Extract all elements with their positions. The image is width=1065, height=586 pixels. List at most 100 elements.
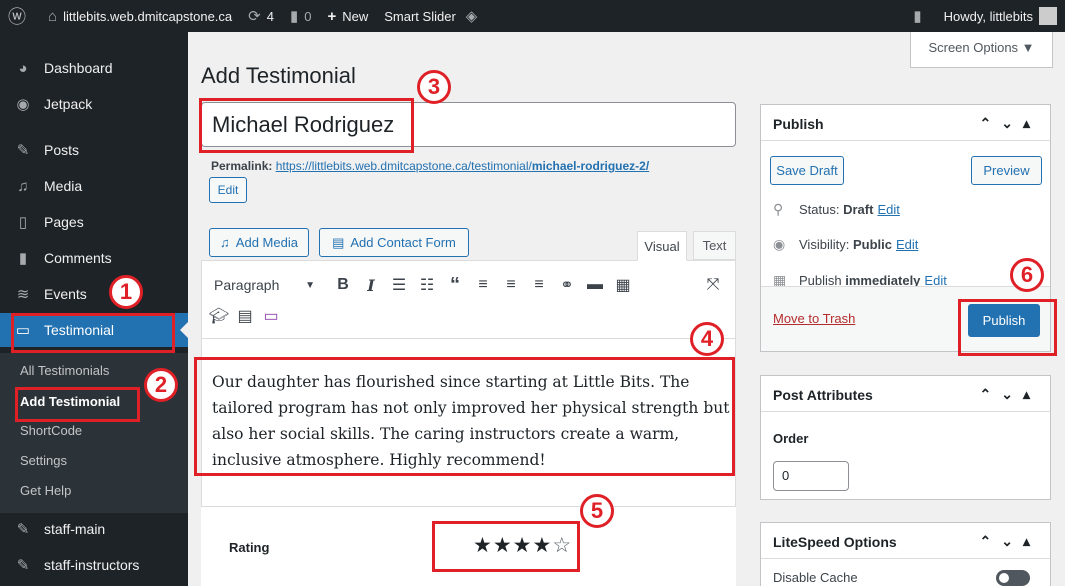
toolbar-toggle-icon[interactable]: ▦ [612, 274, 634, 296]
sidebar-item-media[interactable]: ♫ Media [0, 169, 188, 203]
order-input[interactable]: 0 [773, 461, 849, 491]
move-to-trash-link[interactable]: Move to Trash [773, 311, 855, 326]
order-label: Order [773, 431, 809, 446]
page-title: Add Testimonial [201, 63, 356, 88]
site-name-link[interactable]: ⌂ littlebits.web.dmitcapstone.ca [40, 0, 240, 32]
align-left-icon[interactable]: ≡ [472, 274, 494, 296]
smart-slider-link[interactable]: Smart Slider ◈ [376, 0, 491, 32]
sidebar-item-pages[interactable]: ▯ Pages [0, 205, 188, 239]
blockquote-icon[interactable]: “ [444, 274, 466, 296]
visibility-label: Visibility: [799, 237, 850, 252]
form-icon: ▤ [332, 234, 345, 250]
format-select[interactable]: Paragraph ▼ [208, 272, 323, 298]
new-content-link[interactable]: + New [319, 0, 376, 32]
tab-visual[interactable]: Visual [637, 231, 687, 261]
sidebar-item-label: staff-instructors [44, 557, 140, 573]
add-media-button[interactable]: ♫ Add Media [209, 228, 309, 257]
screen-options-button[interactable]: Screen Options ▼ [910, 32, 1053, 68]
permalink-edit-button[interactable]: Edit [209, 177, 247, 203]
add-contact-form-button[interactable]: ▤ Add Contact Form [319, 228, 469, 257]
rating-stars[interactable]: ★★★★☆ [473, 533, 572, 558]
litespeed-header: LiteSpeed Options ⌃⌄▴ [761, 523, 1050, 559]
new-label: New [342, 8, 369, 24]
submenu-all-testimonials[interactable]: All Testimonials [20, 363, 109, 378]
updates-count: 4 [266, 8, 274, 24]
save-draft-button[interactable]: Save Draft [770, 156, 844, 185]
account-menu[interactable]: Howdy, littlebits [936, 0, 1065, 32]
numbered-list-icon[interactable]: ☷ [416, 274, 438, 296]
avatar [1039, 7, 1057, 25]
notifications-button[interactable]: ▮ [905, 0, 935, 32]
preview-button[interactable]: Preview [971, 156, 1042, 185]
sidebar-item-label: Pages [44, 214, 84, 230]
wordpress-icon: ⓦ [8, 7, 26, 27]
updates-link[interactable]: ⟳ 4 [240, 0, 282, 32]
empty-star: ☆ [552, 534, 573, 557]
dashboard-icon: ◕ [18, 59, 28, 77]
howdy-text: Howdy, littlebits [943, 8, 1033, 24]
comment-icon: ▮ [289, 8, 299, 25]
italic-icon[interactable]: I [360, 274, 382, 296]
form-icon[interactable]: ▤ [234, 305, 256, 327]
permalink-slug: michael-rodriguez-2/ [531, 159, 650, 173]
disable-cache-label: Disable Cache [773, 570, 858, 585]
sidebar-item-staff-instructors[interactable]: ✎ staff-instructors [0, 548, 188, 582]
sidebar-item-comments[interactable]: ▮ Comments [0, 241, 188, 275]
read-more-icon[interactable]: ▬ [584, 274, 606, 296]
submenu-shortcode[interactable]: ShortCode [20, 423, 82, 438]
box-controls-icon[interactable]: ⌃⌄▴ [980, 533, 1041, 550]
sidebar-item-jetpack[interactable]: ◉ Jetpack [0, 87, 188, 121]
publish-button[interactable]: Publish [968, 304, 1040, 337]
post-title-input[interactable]: Michael Rodriguez [201, 102, 736, 147]
pin-icon: ✎ [16, 557, 30, 574]
sidebar-item-label: staff-main [44, 521, 106, 537]
sidebar-item-label: Posts [44, 142, 80, 158]
sidebar-item-staff-main[interactable]: ✎ staff-main [0, 512, 188, 546]
permalink-link[interactable]: https://littlebits.web.dmitcapstone.ca/t… [276, 159, 649, 173]
sidebar-item-dashboard[interactable]: ◕ Dashboard [0, 51, 188, 85]
disable-cache-toggle[interactable] [996, 570, 1030, 586]
editor-content[interactable]: Our daughter has flourished since starti… [212, 369, 732, 473]
status-edit-link[interactable]: Edit [877, 202, 899, 217]
sidebar-item-label: Events [44, 286, 87, 302]
sidebar-item-events[interactable]: ≋ Events [0, 277, 188, 311]
sidebar-item-label: Dashboard [44, 60, 113, 76]
tab-text[interactable]: Text [693, 231, 736, 260]
comments-link[interactable]: ▮ 0 [282, 0, 320, 32]
align-center-icon[interactable]: ≡ [500, 274, 522, 296]
fullscreen-icon[interactable]: ⤧ [702, 274, 724, 296]
bold-icon[interactable]: B [332, 274, 354, 296]
box-controls-icon[interactable]: ⌃⌄▴ [980, 115, 1041, 132]
graduation-cap-icon[interactable]: 🎓︎ [208, 305, 230, 327]
jetpack-icon: ◉ [16, 96, 30, 113]
visibility-row: ◉ Visibility: Public Edit [773, 236, 918, 253]
link-icon[interactable]: ⚭ [556, 274, 578, 296]
admin-bar: ⓦ ⌂ littlebits.web.dmitcapstone.ca ⟳ 4 ▮ 0 … [0, 0, 1065, 32]
chat-icon: ▮ [913, 8, 922, 25]
permalink-label: Permalink: [211, 159, 273, 173]
align-right-icon[interactable]: ≡ [528, 274, 550, 296]
events-icon: ≋ [16, 286, 30, 303]
dropdown-arrow-icon: ▼ [305, 279, 315, 291]
sidebar-item-testimonial[interactable]: ▭ Testimonial [0, 313, 188, 347]
testimonial-icon: ▭ [15, 322, 31, 339]
wordpress-logo-button[interactable]: ⓦ [0, 0, 40, 32]
submenu-settings[interactable]: Settings [20, 453, 67, 468]
sidebar-item-posts[interactable]: ✎ Posts [0, 133, 188, 167]
submenu-get-help[interactable]: Get Help [20, 483, 71, 498]
comment-icon: ▮ [18, 250, 28, 267]
testimonial-icon[interactable]: ▭ [260, 305, 282, 327]
site-name: littlebits.web.dmitcapstone.ca [63, 8, 233, 24]
publish-actions: Move to Trash Publish [761, 286, 1050, 351]
home-icon: ⌂ [48, 7, 58, 25]
filled-stars: ★★★★ [473, 534, 553, 557]
publish-box: Publish ⌃⌄▴ Save Draft Preview ⚲ Status: D… [760, 104, 1051, 352]
rating-label: Rating [229, 540, 270, 555]
box-controls-icon[interactable]: ⌃⌄▴ [980, 386, 1041, 403]
visibility-edit-link[interactable]: Edit [896, 237, 918, 252]
submenu-add-testimonial[interactable]: Add Testimonial [20, 394, 120, 409]
bullet-list-icon[interactable]: ☰ [388, 274, 410, 296]
publish-box-title: Publish [773, 116, 824, 132]
pin-icon: ✎ [16, 142, 30, 159]
annotation-badge-2: 2 [144, 368, 178, 402]
